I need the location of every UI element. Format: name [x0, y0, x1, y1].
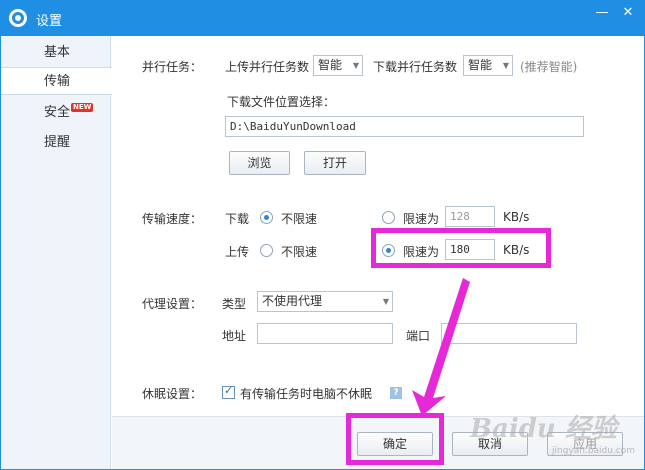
- download-unlimited-label: 不限速: [281, 212, 318, 226]
- chevron-down-icon: ▼: [502, 61, 509, 70]
- sidebar: 基本 传输 安全 NEW 提醒: [1, 36, 112, 469]
- speed-section-label: 传输速度：: [142, 212, 203, 226]
- download-location-label: 下载文件位置选择：: [227, 95, 336, 109]
- upload-unlimited-radio[interactable]: [260, 244, 273, 257]
- download-unlimited-radio[interactable]: [260, 211, 273, 224]
- download-limit-radio[interactable]: [382, 211, 395, 224]
- proxy-type-select[interactable]: 不使用代理 ▼: [257, 291, 393, 312]
- upload-parallel-value: 智能: [318, 58, 343, 72]
- title-bar: 设置 — ✕: [0, 0, 645, 36]
- gear-icon: [9, 9, 27, 27]
- help-icon[interactable]: ?: [390, 387, 402, 399]
- download-speed-label: 下载: [225, 212, 250, 226]
- proxy-address-label: 地址: [222, 329, 247, 343]
- download-parallel-value: 智能: [468, 58, 493, 72]
- watermark-logo: Baidu 经验: [470, 414, 617, 444]
- window-title: 设置: [36, 14, 63, 29]
- upload-unlimited-label: 不限速: [281, 245, 318, 259]
- proxy-port-label: 端口: [406, 329, 431, 343]
- upload-parallel-select[interactable]: 智能 ▼: [313, 55, 363, 76]
- sidebar-item-label: 基本: [44, 45, 71, 60]
- upload-limit-highlight: [371, 228, 551, 268]
- new-badge: NEW: [71, 103, 94, 112]
- minimize-button[interactable]: —: [592, 4, 612, 22]
- sidebar-item-label: 安全: [44, 105, 71, 120]
- prevent-sleep-checkbox[interactable]: [222, 384, 235, 399]
- download-speed-unit: KB/s: [503, 210, 530, 224]
- proxy-section-label: 代理设置：: [142, 297, 203, 311]
- prevent-sleep-label: 有传输任务时电脑不休眠: [240, 387, 373, 401]
- parallel-hint: (推荐智能): [520, 60, 578, 74]
- chevron-down-icon: ▼: [352, 61, 359, 70]
- proxy-type-value: 不使用代理: [262, 294, 323, 308]
- sidebar-item-label: 传输: [44, 74, 71, 89]
- sidebar-item-security[interactable]: 安全 NEW: [1, 99, 111, 127]
- sidebar-item-reminder[interactable]: 提醒: [1, 129, 111, 157]
- proxy-address-input[interactable]: [257, 323, 393, 344]
- download-parallel-label: 下载并行任务数: [373, 60, 458, 74]
- sidebar-item-label: 提醒: [44, 135, 71, 150]
- proxy-type-label: 类型: [222, 297, 247, 311]
- sidebar-item-basic[interactable]: 基本: [1, 39, 111, 67]
- browse-button[interactable]: 浏览: [229, 151, 290, 175]
- download-path-input[interactable]: D:\BaiduYunDownload: [225, 116, 584, 137]
- sleep-section-label: 休眠设置：: [142, 387, 203, 401]
- ok-button-highlight: [346, 413, 444, 465]
- upload-parallel-label: 上传并行任务数: [225, 60, 310, 74]
- watermark-url: jingyan.baidu.com: [552, 446, 636, 456]
- download-parallel-select[interactable]: 智能 ▼: [463, 55, 513, 76]
- proxy-port-input[interactable]: [441, 323, 577, 344]
- open-button[interactable]: 打开: [304, 151, 366, 175]
- sidebar-item-transfer[interactable]: 传输: [1, 67, 112, 95]
- download-limit-label: 限速为: [403, 212, 440, 226]
- chevron-down-icon: ▼: [382, 297, 389, 306]
- parallel-section-label: 并行任务：: [142, 60, 203, 74]
- download-limit-input[interactable]: 128: [445, 206, 495, 227]
- upload-speed-label: 上传: [225, 245, 250, 259]
- close-button[interactable]: ✕: [618, 4, 638, 22]
